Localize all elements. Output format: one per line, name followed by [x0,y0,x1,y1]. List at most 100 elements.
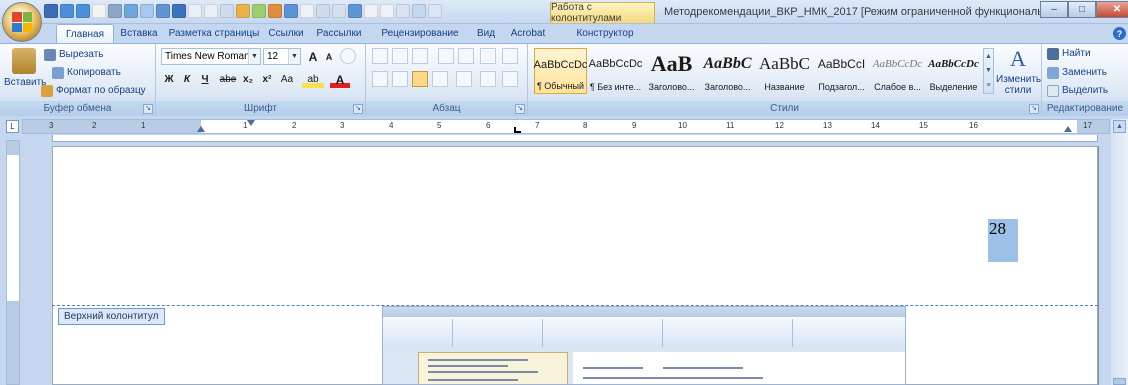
change-styles-icon[interactable]: A [1005,47,1031,71]
tab-references[interactable]: Ссылки [264,24,308,43]
preview-icon[interactable] [348,4,362,18]
justify-icon[interactable] [432,71,448,87]
show-marks-icon[interactable] [502,48,518,64]
select-button[interactable]: Выделить [1062,85,1108,96]
format-painter-button[interactable]: Формат по образцу [56,85,146,96]
right-indent-marker[interactable] [1064,126,1072,132]
style-emphasis[interactable]: AaBbCcDc Выделение [927,48,980,94]
help-icon[interactable]: ? [1113,27,1126,40]
font-dialog-launcher[interactable]: ↘ [353,104,363,114]
grow-font-button[interactable]: A [305,48,321,65]
ruler-toggle-icon[interactable]: ▲ [1113,120,1126,133]
new-document-icon[interactable] [92,4,106,18]
align-center-icon[interactable] [392,71,408,87]
change-styles-button[interactable]: Изменить стили [996,74,1041,96]
style-heading-2[interactable]: AaBbC Заголово... [701,48,754,94]
shading-icon[interactable] [480,71,496,87]
underline-button[interactable]: Ч [198,71,212,88]
tab-selector[interactable]: L [6,120,19,133]
columns-icon[interactable] [316,4,330,18]
font-color-button[interactable]: A [330,71,350,88]
symbol-icon[interactable] [364,4,378,18]
paragraph-dialog-launcher[interactable]: ↘ [515,104,525,114]
replace-button[interactable]: Заменить [1062,67,1107,78]
bullets-icon[interactable] [372,48,388,64]
maximize-button[interactable]: □ [1068,1,1096,18]
print-icon[interactable] [108,4,122,18]
multilevel-list-icon[interactable] [412,48,428,64]
save-icon[interactable] [44,4,58,18]
chart-icon[interactable] [284,4,298,18]
change-case-button[interactable]: Aa [278,71,296,88]
strikethrough-button[interactable]: abe [218,71,238,88]
table-icon[interactable] [140,4,154,18]
font-size-combo[interactable]: 12 ▼ [263,48,301,65]
decrease-indent-icon[interactable] [438,48,454,64]
tab-insert[interactable]: Вставка [114,24,164,43]
numbering-icon[interactable] [392,48,408,64]
redo-icon[interactable] [76,4,90,18]
sort-icon[interactable] [480,48,496,64]
office-button[interactable] [2,2,42,42]
spelling-icon[interactable] [172,4,186,18]
font-family-combo[interactable]: Times New Roman ▼ [161,48,261,65]
shrink-font-button[interactable]: A [322,48,336,65]
highlight-button[interactable]: ab [302,71,324,88]
spellcheck-icon[interactable] [332,4,346,18]
bold-button[interactable]: Ж [162,71,176,88]
paste-icon[interactable] [12,48,36,74]
clipboard-dialog-launcher[interactable]: ↘ [143,104,153,114]
line-spacing-icon[interactable] [456,71,472,87]
tab-page-layout[interactable]: Разметка страницы [164,24,264,43]
style-subtle-emphasis[interactable]: AaBbCcDc Слабое в... [871,48,924,94]
chevron-down-icon[interactable]: ▼ [248,49,260,64]
tab-acrobat[interactable]: Acrobat [502,24,554,43]
styles-gallery-scroll[interactable]: ▲ ▼ ≡ [983,48,994,94]
style-heading-1[interactable]: AaB Заголово... [645,48,698,94]
tab-home[interactable]: Главная [56,24,114,43]
vertical-scrollbar[interactable] [1111,119,1128,385]
undo-icon[interactable] [60,4,74,18]
picture-icon[interactable] [236,4,250,18]
styles-dialog-launcher[interactable]: ↘ [1029,104,1039,114]
tab-design[interactable]: Конструктор [562,24,648,43]
align-right-icon[interactable] [412,71,428,87]
tab-stop-marker[interactable] [514,127,521,133]
chevron-down-icon[interactable]: ▼ [288,49,300,64]
embedded-screenshot-image[interactable] [382,306,906,385]
style-no-spacing[interactable]: AaBbCcDc ¶ Без инте... [589,48,643,94]
numbering-icon[interactable] [188,4,202,18]
page-number-field[interactable]: 28 [988,219,1018,262]
print-preview-icon[interactable] [124,4,138,18]
style-title[interactable]: AaBbC Название [758,48,811,94]
layout-icon[interactable] [412,4,426,18]
tab-view[interactable]: Вид [470,24,502,43]
clear-formatting-icon[interactable] [340,48,356,64]
style-normal[interactable]: AaBbCcDc ¶ Обычный [534,48,587,94]
tab-mailings[interactable]: Рассылки [308,24,370,43]
style-subtitle[interactable]: AaBbCcI Подзагол... [815,48,868,94]
left-indent-marker[interactable] [197,126,205,132]
borders-icon[interactable] [502,71,518,87]
subscript-button[interactable]: x₂ [240,71,256,88]
scrollbar-thumb[interactable] [1113,378,1126,385]
table-insert-icon[interactable] [156,4,170,18]
close-button[interactable]: ✕ [1096,1,1128,18]
show-marks-icon[interactable] [300,4,314,18]
cut-button[interactable]: Вырезать [59,49,103,60]
borders-icon[interactable] [220,4,234,18]
table-grid-icon[interactable] [396,4,410,18]
customize-qat-icon[interactable] [428,4,442,18]
horizontal-ruler[interactable]: 3 2 1 1 2 3 4 5 6 7 8 9 10 11 12 13 14 1… [22,119,1110,134]
vertical-ruler[interactable] [6,140,20,385]
minimize-button[interactable]: – [1040,1,1068,18]
bullets-icon[interactable] [204,4,218,18]
shapes-icon[interactable] [268,4,282,18]
italic-button[interactable]: К [180,71,194,88]
increase-indent-icon[interactable] [458,48,474,64]
first-line-indent-marker[interactable] [247,120,255,126]
omega-icon[interactable] [380,4,394,18]
clipart-icon[interactable] [252,4,266,18]
superscript-button[interactable]: x² [259,71,275,88]
tab-review[interactable]: Рецензирование [370,24,470,43]
